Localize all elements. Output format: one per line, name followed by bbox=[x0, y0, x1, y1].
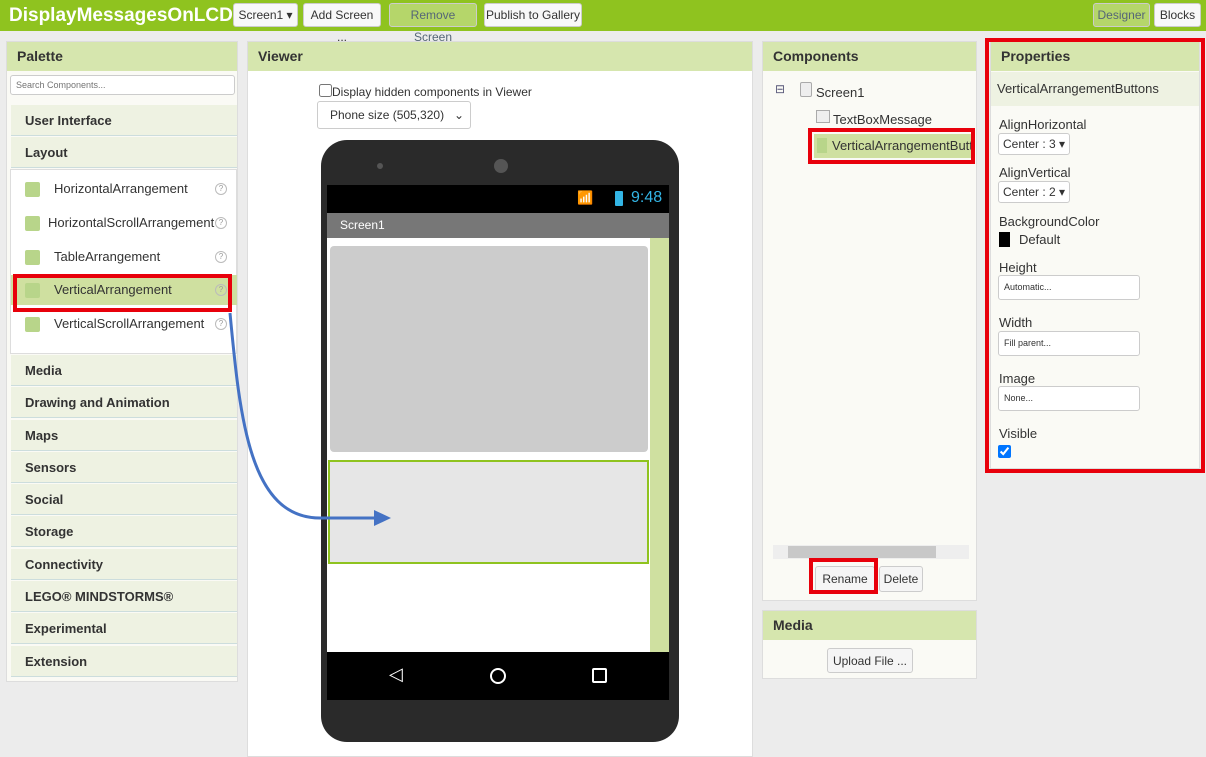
drag-arrow bbox=[228, 312, 391, 526]
arrow-path bbox=[228, 312, 378, 520]
arrow-head-icon bbox=[374, 510, 391, 526]
